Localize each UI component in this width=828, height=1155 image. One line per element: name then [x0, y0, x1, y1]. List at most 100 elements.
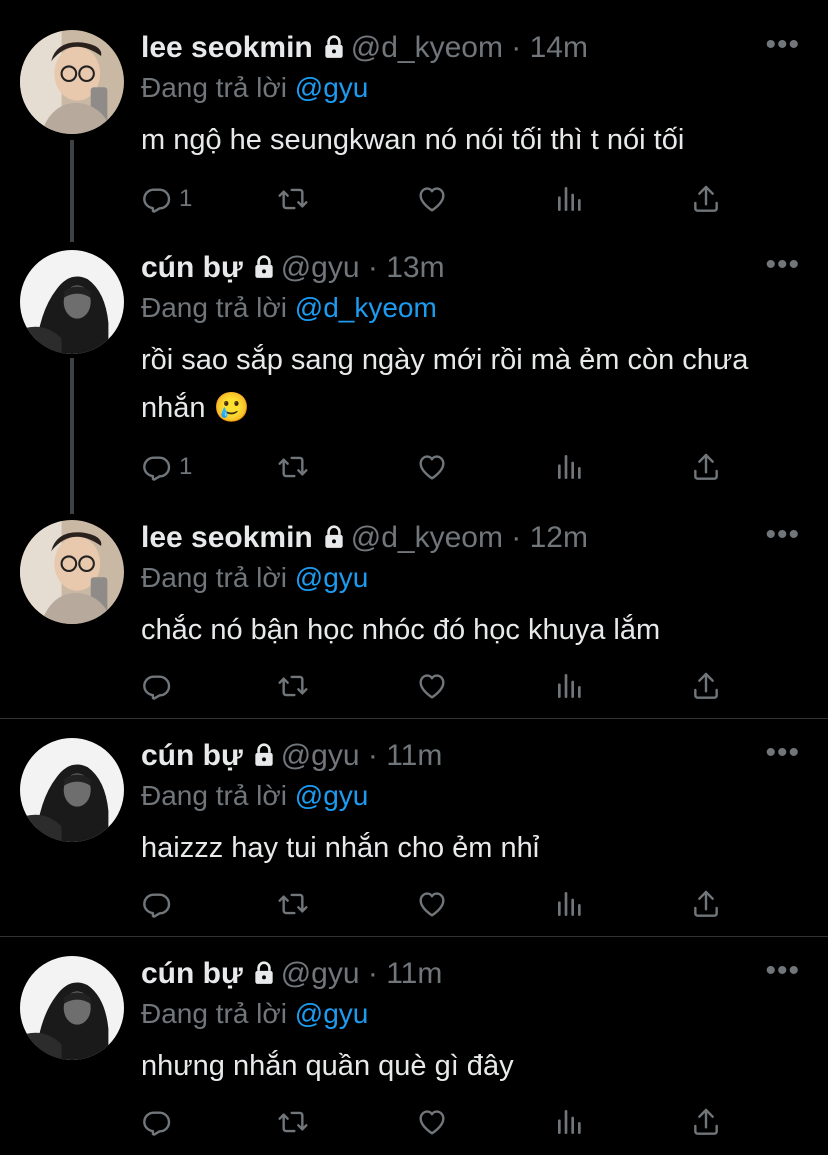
tweet-text: haizzz hay tui nhắn cho ẻm nhỉ [141, 832, 540, 864]
lock-icon [321, 29, 347, 73]
more-icon[interactable]: ••• [765, 736, 800, 770]
views-button[interactable] [554, 182, 586, 216]
tweet[interactable]: cún bự @gyu · 13m ••• Đang trả lời @d_kye… [0, 220, 828, 510]
retweet-icon [277, 888, 309, 920]
retweet-icon [277, 1106, 309, 1138]
tweet-header: lee seokmin @d_kyeom · 12m [141, 516, 588, 563]
share-button[interactable] [690, 182, 722, 216]
reply-icon [141, 451, 173, 483]
reply-button[interactable]: 1 [141, 182, 192, 216]
more-icon[interactable]: ••• [765, 518, 800, 552]
more-icon[interactable]: ••• [765, 248, 800, 282]
share-icon [690, 451, 722, 483]
views-button[interactable] [554, 887, 586, 921]
username[interactable]: @gyu [281, 739, 360, 772]
views-icon [554, 1106, 586, 1138]
more-icon[interactable]: ••• [765, 954, 800, 988]
tweet[interactable]: cún bự @gyu · 11m ••• Đang trả lời @gyu h… [0, 708, 828, 936]
username[interactable]: @gyu [281, 957, 360, 990]
like-button[interactable] [416, 1105, 448, 1139]
retweet-button[interactable] [277, 669, 309, 703]
reply-to-handle[interactable]: @gyu [295, 72, 369, 103]
username[interactable]: @d_kyeom [351, 521, 503, 554]
replying-to: Đang trả lời @gyu [141, 776, 368, 816]
timestamp[interactable]: · 14m [511, 31, 588, 64]
like-icon [416, 670, 448, 702]
avatar[interactable] [20, 956, 124, 1060]
tweet[interactable]: lee seokmin @d_kyeom · 12m ••• Đang trả l… [0, 490, 828, 718]
reply-icon [141, 888, 173, 920]
retweet-button[interactable] [277, 450, 309, 484]
display-name[interactable]: cún bự [141, 251, 243, 284]
tweet-header: lee seokmin @d_kyeom · 14m [141, 26, 588, 73]
reply-button[interactable]: 1 [141, 450, 192, 484]
retweet-button[interactable] [277, 1105, 309, 1139]
like-button[interactable] [416, 450, 448, 484]
timestamp[interactable]: · 11m [368, 739, 442, 772]
lock-icon [251, 249, 277, 293]
retweet-icon [277, 670, 309, 702]
action-bar [141, 887, 731, 921]
reply-to-handle[interactable]: @gyu [295, 998, 369, 1029]
views-icon [554, 888, 586, 920]
tweet-text: nhưng nhắn quần què gì đây [141, 1050, 514, 1082]
username[interactable]: @gyu [281, 251, 360, 284]
reply-icon [141, 670, 173, 702]
retweet-button[interactable] [277, 887, 309, 921]
reply-to-handle[interactable]: @d_kyeom [295, 292, 437, 323]
replying-to-label: Đang trả lời [141, 998, 287, 1029]
retweet-icon [277, 183, 309, 215]
tweet[interactable]: cún bự @gyu · 11m ••• Đang trả lời @gyu n… [0, 926, 828, 1155]
action-bar [141, 669, 731, 703]
like-button[interactable] [416, 182, 448, 216]
avatar[interactable] [20, 738, 124, 842]
like-button[interactable] [416, 669, 448, 703]
retweet-icon [277, 451, 309, 483]
action-bar: 1 [141, 450, 731, 484]
share-icon [690, 670, 722, 702]
replying-to: Đang trả lời @gyu [141, 558, 368, 598]
share-button[interactable] [690, 1105, 722, 1139]
timestamp[interactable]: · 12m [511, 521, 588, 554]
timestamp[interactable]: · 13m [368, 251, 445, 284]
reply-button[interactable] [141, 1105, 179, 1139]
replying-to-label: Đang trả lời [141, 780, 287, 811]
share-button[interactable] [690, 669, 722, 703]
reply-button[interactable] [141, 669, 179, 703]
views-button[interactable] [554, 450, 586, 484]
action-bar: 1 [141, 182, 731, 216]
views-button[interactable] [554, 1105, 586, 1139]
reply-icon [141, 1106, 173, 1138]
display-name[interactable]: cún bự [141, 739, 243, 772]
reply-to-handle[interactable]: @gyu [295, 562, 369, 593]
tweet-header: cún bự @gyu · 11m [141, 952, 442, 999]
display-name[interactable]: lee seokmin [141, 31, 313, 64]
username[interactable]: @d_kyeom [351, 31, 503, 64]
reply-to-handle[interactable]: @gyu [295, 780, 369, 811]
like-icon [416, 451, 448, 483]
share-icon [690, 1106, 722, 1138]
retweet-button[interactable] [277, 182, 309, 216]
tweet-header: cún bự @gyu · 13m [141, 246, 445, 293]
display-name[interactable]: cún bự [141, 957, 243, 990]
avatar[interactable] [20, 30, 124, 134]
replying-to: Đang trả lời @d_kyeom [141, 288, 437, 328]
share-button[interactable] [690, 450, 722, 484]
views-button[interactable] [554, 669, 586, 703]
tweet[interactable]: lee seokmin @d_kyeom · 14m ••• Đang trả l… [0, 0, 828, 240]
more-icon[interactable]: ••• [765, 28, 800, 62]
like-button[interactable] [416, 887, 448, 921]
action-bar [141, 1105, 731, 1139]
display-name[interactable]: lee seokmin [141, 521, 313, 554]
lock-icon [251, 955, 277, 999]
like-icon [416, 183, 448, 215]
views-icon [554, 183, 586, 215]
avatar[interactable] [20, 250, 124, 354]
replying-to-label: Đang trả lời [141, 292, 287, 323]
tweet-text: chắc nó bận học nhóc đó học khuya lắm [141, 614, 661, 646]
reply-button[interactable] [141, 887, 179, 921]
avatar[interactable] [20, 520, 124, 624]
lock-icon [321, 519, 347, 563]
share-button[interactable] [690, 887, 722, 921]
timestamp[interactable]: · 11m [368, 957, 442, 990]
